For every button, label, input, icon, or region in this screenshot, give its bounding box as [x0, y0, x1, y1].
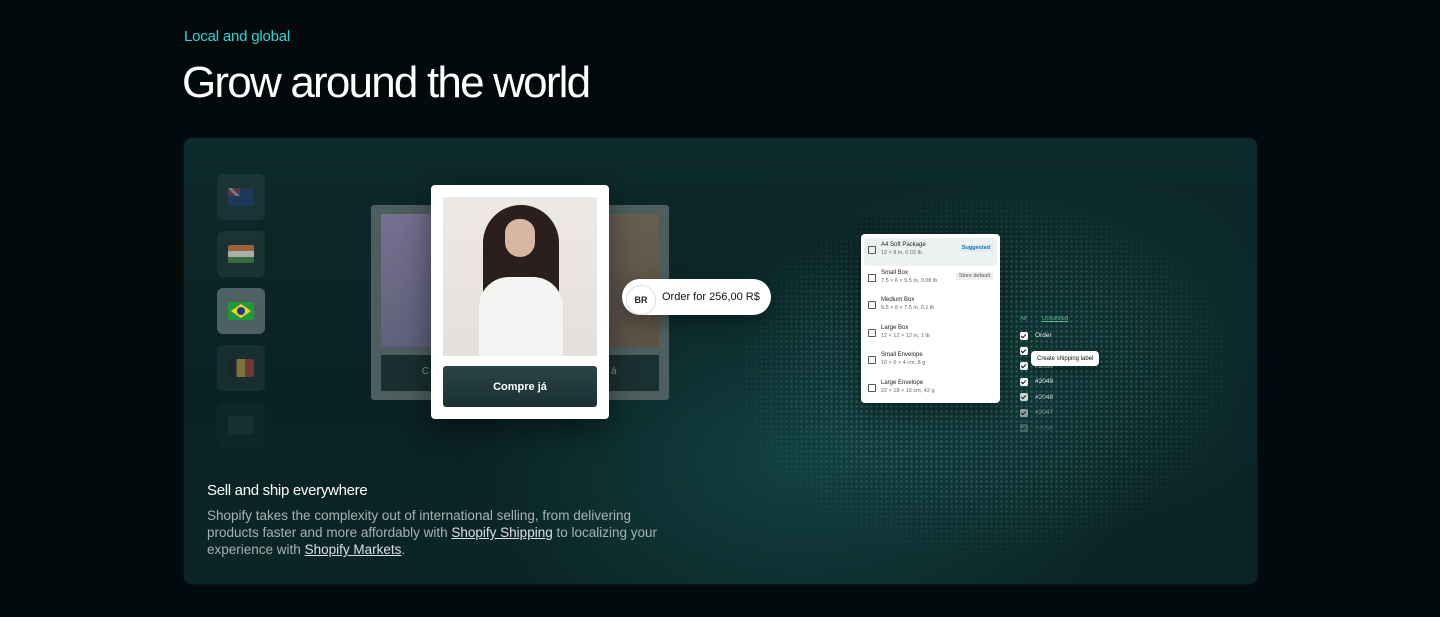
package-item[interactable]: Large Envelope 22 × 18 × 16 cm, 42 g — [864, 376, 997, 404]
country-selector — [217, 174, 265, 459]
package-item[interactable]: Medium Box 9.5 × 8 × 7.5 in, 0.1 lb — [864, 293, 997, 321]
photo-face — [505, 219, 535, 257]
package-dims: 10 × 6 × 4 cm, 8 g — [881, 360, 926, 367]
package-name: Large Envelope — [881, 379, 924, 386]
shopify-markets-link[interactable]: Shopify Markets — [305, 542, 402, 557]
package-name: A4 Soft Package — [881, 242, 926, 248]
row-checkbox[interactable] — [1020, 393, 1028, 402]
package-icon — [868, 246, 876, 254]
tab-unfulfilled[interactable]: Unfulfilled — [1042, 316, 1068, 322]
package-dims: 7.5 × 6 × 5.5 in, 0.08 lb — [881, 277, 938, 284]
country-tile-brazil[interactable] — [217, 288, 265, 334]
shopify-shipping-link[interactable]: Shopify Shipping — [451, 525, 552, 540]
package-dims: 22 × 18 × 16 cm, 42 g — [881, 387, 935, 394]
package-item[interactable]: Small Box 7.5 × 6 × 5.5 in, 0.08 lb Store… — [864, 266, 997, 294]
envelope-icon — [868, 383, 876, 392]
package-name: Medium Box — [881, 297, 915, 304]
package-dims: 12 × 12 × 12 in, 1 lb — [881, 332, 930, 339]
buy-now-button[interactable]: Compre já — [443, 366, 597, 407]
package-item[interactable]: Large Box 12 × 12 × 12 in, 1 lb — [864, 321, 997, 349]
order-number: #2048 — [1035, 393, 1054, 401]
page-title: Grow around the world — [182, 58, 591, 107]
select-all-checkbox[interactable] — [1020, 331, 1028, 340]
country-tile-australia[interactable] — [217, 174, 265, 220]
flag-icon — [228, 416, 254, 434]
flag-australia-icon — [228, 188, 254, 206]
package-icon — [868, 301, 876, 310]
row-checkbox[interactable] — [1020, 362, 1028, 371]
product-image-left — [381, 214, 433, 347]
column-order: Order — [1035, 332, 1052, 340]
country-badge: BR — [626, 285, 656, 315]
package-dims: 12 × 8 in, 0.02 lb — [881, 250, 922, 256]
order-number: #2047 — [1035, 409, 1054, 417]
package-icon — [868, 328, 876, 337]
orders-tabs: All Unfulfilled — [1020, 314, 1120, 328]
suggested-badge: Suggested — [958, 244, 993, 252]
create-shipping-label-button[interactable]: Create shipping label — [1031, 351, 1100, 366]
package-name: Large Box — [881, 324, 909, 331]
eyebrow: Local and global — [184, 28, 291, 45]
product-card: Compre já — [431, 185, 609, 419]
flag-india-icon — [228, 245, 254, 263]
product-button-right: á — [607, 355, 659, 391]
package-icon — [868, 273, 876, 282]
table-row: #2047 — [1020, 405, 1120, 420]
package-dims: 9.5 × 8 × 7.5 in, 0.1 lb — [881, 305, 935, 312]
order-number: #2049 — [1035, 378, 1054, 386]
row-checkbox[interactable] — [1020, 424, 1028, 433]
country-tile-belgium[interactable] — [217, 345, 265, 391]
row-checkbox[interactable] — [1020, 377, 1028, 386]
row-checkbox[interactable] — [1020, 408, 1028, 417]
feature-description: Shopify takes the complexity out of inte… — [207, 508, 658, 557]
order-number: #2046 — [1035, 424, 1054, 432]
table-header: Order — [1020, 328, 1120, 343]
photo-shirt — [479, 277, 563, 356]
flag-brazil-icon — [228, 302, 254, 320]
row-checkbox[interactable] — [1020, 347, 1028, 356]
table-row: #2048 — [1020, 390, 1120, 405]
store-default-badge: Store default — [955, 271, 993, 280]
feature-copy: Sell and ship everywhere Shopify takes t… — [207, 482, 667, 558]
order-total: Order for 256,00 R$ — [662, 291, 760, 303]
package-item[interactable]: A4 Soft Package 12 × 8 in, 0.02 lb Sugges… — [864, 238, 997, 266]
order-pill: BR Order for 256,00 R$ — [622, 279, 771, 315]
country-tile-other[interactable] — [217, 402, 265, 448]
package-name: Small Box — [881, 269, 909, 276]
table-row: #2046 — [1020, 420, 1120, 435]
product-button-left: C — [381, 355, 433, 391]
package-item[interactable]: Small Envelope 10 × 6 × 4 cm, 8 g — [864, 348, 997, 376]
table-row: #2049 — [1020, 374, 1120, 389]
envelope-icon — [868, 356, 876, 365]
country-tile-india[interactable] — [217, 231, 265, 277]
feature-title: Sell and ship everywhere — [207, 482, 368, 499]
tab-all[interactable]: All — [1020, 316, 1027, 322]
product-photo — [443, 197, 597, 356]
feature-panel: C á Compre já BR Order for 256,00 R$ A4 … — [184, 138, 1257, 584]
package-list: A4 Soft Package 12 × 8 in, 0.02 lb Sugges… — [861, 234, 1000, 403]
flag-belgium-icon — [228, 359, 254, 377]
orders-table: All Unfulfilled Order #2050 #2049 #2048 … — [1020, 314, 1120, 436]
package-name: Small Envelope — [881, 352, 923, 359]
